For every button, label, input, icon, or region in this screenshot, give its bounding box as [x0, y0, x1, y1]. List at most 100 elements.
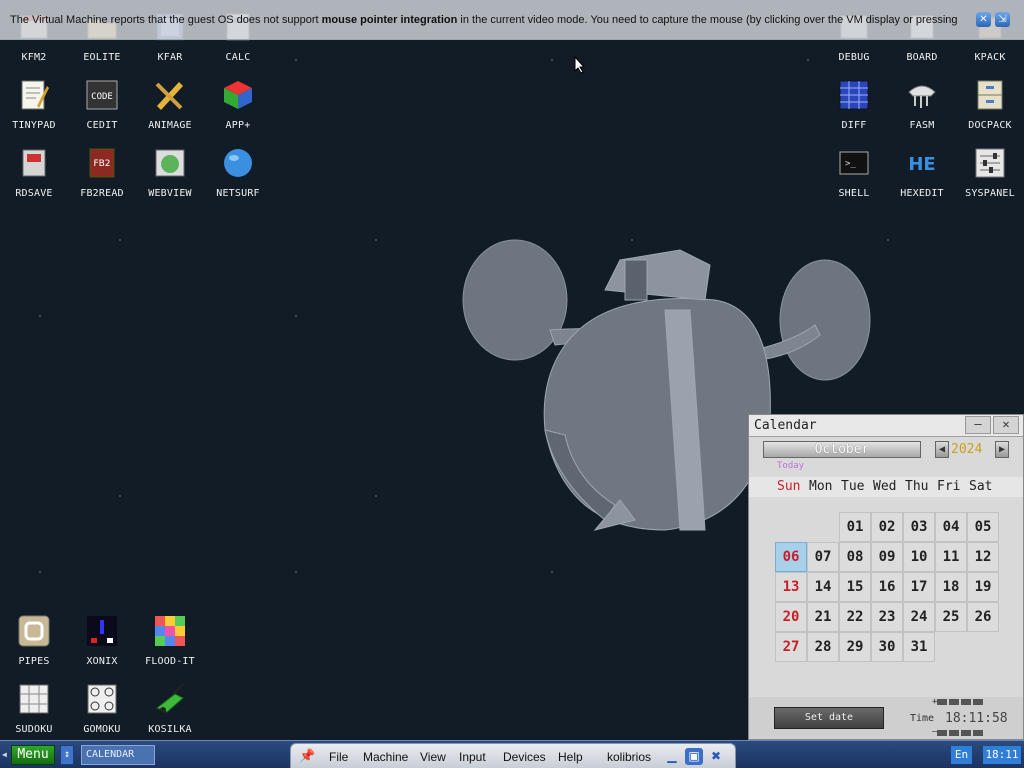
sec-up-button[interactable] [961, 699, 971, 705]
calendar-day[interactable]: 19 [967, 572, 999, 602]
lawn-mower-icon [156, 683, 184, 713]
next-year-button[interactable]: ▶ [995, 441, 1009, 458]
today-link[interactable]: Today [777, 461, 804, 471]
time-value[interactable]: 18:11:58 [945, 711, 1008, 726]
desktop-icon-hexedit[interactable]: HE HEXEDIT [888, 146, 956, 208]
desktop-icon-label: DEBUG [838, 52, 870, 63]
desktop-icon-flood-it[interactable]: FLOOD-IT [136, 614, 204, 676]
calendar-day[interactable]: 25 [935, 602, 967, 632]
notice-dont-show-icon[interactable]: ⇲ [995, 12, 1010, 27]
desktop-icon-pipes[interactable]: PIPES [0, 614, 68, 676]
desktop-icon-xonix[interactable]: XONIX [68, 614, 136, 676]
calendar-day[interactable]: 26 [967, 602, 999, 632]
desktop-icon-cedit[interactable]: CODE CEDIT [68, 78, 136, 140]
time-increase-buttons[interactable] [937, 699, 983, 705]
weekday-sat: Sat [969, 479, 993, 494]
calendar-day[interactable]: 21 [807, 602, 839, 632]
pin-icon[interactable]: 📌 [299, 748, 315, 764]
hour-up-button[interactable] [937, 699, 947, 705]
desktop-icon-label: ANIMAGE [148, 120, 192, 131]
sec-down-button[interactable] [961, 730, 971, 736]
desktop-icon-fasm[interactable]: FASM [888, 78, 956, 140]
weekday-thu: Thu [905, 479, 929, 494]
desktop-icon-kosilka[interactable]: KOSILKA [136, 682, 204, 744]
calendar-day[interactable]: 02 [871, 512, 903, 542]
terminal-icon: >_ [839, 151, 869, 175]
calendar-day[interactable]: 15 [839, 572, 871, 602]
calendar-day[interactable]: 06 [775, 542, 807, 572]
desktop-icon-label: FASM [909, 120, 935, 131]
menu-machine[interactable]: Machine [363, 750, 408, 764]
desktop-icon-rdsave[interactable]: RDSAVE [0, 146, 68, 208]
calendar-titlebar[interactable]: Calendar – ✕ [749, 415, 1023, 437]
minute-down-button[interactable] [949, 730, 959, 736]
notice-close-icon[interactable]: ✕ [976, 12, 991, 27]
start-menu-button[interactable]: Menu [11, 745, 55, 765]
desktop-icon-syspanel[interactable]: SYSPANEL [956, 146, 1024, 208]
desktop-icon-fb2read[interactable]: FB2 FB2READ [68, 146, 136, 208]
close-vm-icon[interactable]: ✖ [707, 748, 725, 765]
calendar-day[interactable]: 04 [935, 512, 967, 542]
calendar-day[interactable]: 14 [807, 572, 839, 602]
calendar-day[interactable]: 13 [775, 572, 807, 602]
calendar-day[interactable]: 05 [967, 512, 999, 542]
month-selector[interactable]: October [763, 441, 921, 458]
calendar-day[interactable]: 01 [839, 512, 871, 542]
calendar-day[interactable]: 29 [839, 632, 871, 662]
menu-help[interactable]: Help [558, 750, 583, 764]
desktop-icon-diff[interactable]: DIFF [820, 78, 888, 140]
calendar-day[interactable]: 28 [807, 632, 839, 662]
desktop-icon-animage[interactable]: ANIMAGE [136, 78, 204, 140]
desktop-icon-netsurf[interactable]: NETSURF [204, 146, 272, 208]
desktop-icon-webview[interactable]: WEBVIEW [136, 146, 204, 208]
notice-text-bold: mouse pointer integration [321, 14, 458, 26]
prev-year-button[interactable]: ◀ [935, 441, 949, 458]
desktop-icon-app-plus[interactable]: APP+ [204, 78, 272, 140]
weekday-mon: Mon [809, 479, 833, 494]
calendar-day[interactable]: 31 [903, 632, 935, 662]
desktop-icon-gomoku[interactable]: GOMOKU [68, 682, 136, 744]
code-editor-icon-text: CODE [91, 92, 113, 102]
desktop-icon-docpack[interactable]: DOCPACK [956, 78, 1024, 140]
desktop-icon-shell[interactable]: >_ SHELL [820, 146, 888, 208]
hour-down-button[interactable] [937, 730, 947, 736]
calendar-day[interactable]: 07 [807, 542, 839, 572]
time-decrease-buttons[interactable] [937, 730, 983, 736]
menu-view[interactable]: View [420, 750, 446, 764]
calendar-day[interactable]: 09 [871, 542, 903, 572]
desktop-icon-label: HEXEDIT [900, 188, 944, 199]
menu-devices[interactable]: Devices [503, 750, 546, 764]
menu-input[interactable]: Input [459, 750, 486, 764]
calendar-day[interactable]: 16 [871, 572, 903, 602]
taskbar-clock[interactable]: 18:11 [983, 746, 1021, 764]
desktop-icon-sudoku[interactable]: SUDOKU [0, 682, 68, 744]
calendar-window[interactable]: Calendar – ✕ October ◀ 2024 ▶ Today Sun … [748, 414, 1024, 740]
calendar-day[interactable]: 30 [871, 632, 903, 662]
calendar-day[interactable]: 12 [967, 542, 999, 572]
exit-fullscreen-icon[interactable]: ▣ [685, 748, 703, 765]
calendar-day[interactable]: 18 [935, 572, 967, 602]
calendar-day[interactable]: 03 [903, 512, 935, 542]
keyboard-language-indicator[interactable]: En [951, 746, 972, 764]
extra-down-button[interactable] [973, 730, 983, 736]
calendar-day[interactable]: 11 [935, 542, 967, 572]
calendar-day[interactable]: 17 [903, 572, 935, 602]
minimize-button[interactable]: – [965, 416, 991, 434]
calendar-day[interactable]: 23 [871, 602, 903, 632]
minimize-vm-icon[interactable]: ▁ [663, 748, 681, 765]
set-date-button[interactable]: Set date [774, 707, 884, 729]
task-switch-button[interactable]: ↕ [60, 745, 74, 765]
desktop-icon-tinypad[interactable]: TINYPAD [0, 78, 68, 140]
calendar-day[interactable]: 10 [903, 542, 935, 572]
extra-up-button[interactable] [973, 699, 983, 705]
minute-up-button[interactable] [949, 699, 959, 705]
menu-file[interactable]: File [329, 750, 348, 764]
close-button[interactable]: ✕ [993, 416, 1019, 434]
calendar-day[interactable]: 24 [903, 602, 935, 632]
calendar-day[interactable]: 22 [839, 602, 871, 632]
calendar-day[interactable]: 20 [775, 602, 807, 632]
calendar-day[interactable]: 08 [839, 542, 871, 572]
code-editor-icon: CODE [86, 80, 118, 110]
taskbar-item-calendar[interactable]: CALENDAR [81, 745, 155, 765]
calendar-day[interactable]: 27 [775, 632, 807, 662]
